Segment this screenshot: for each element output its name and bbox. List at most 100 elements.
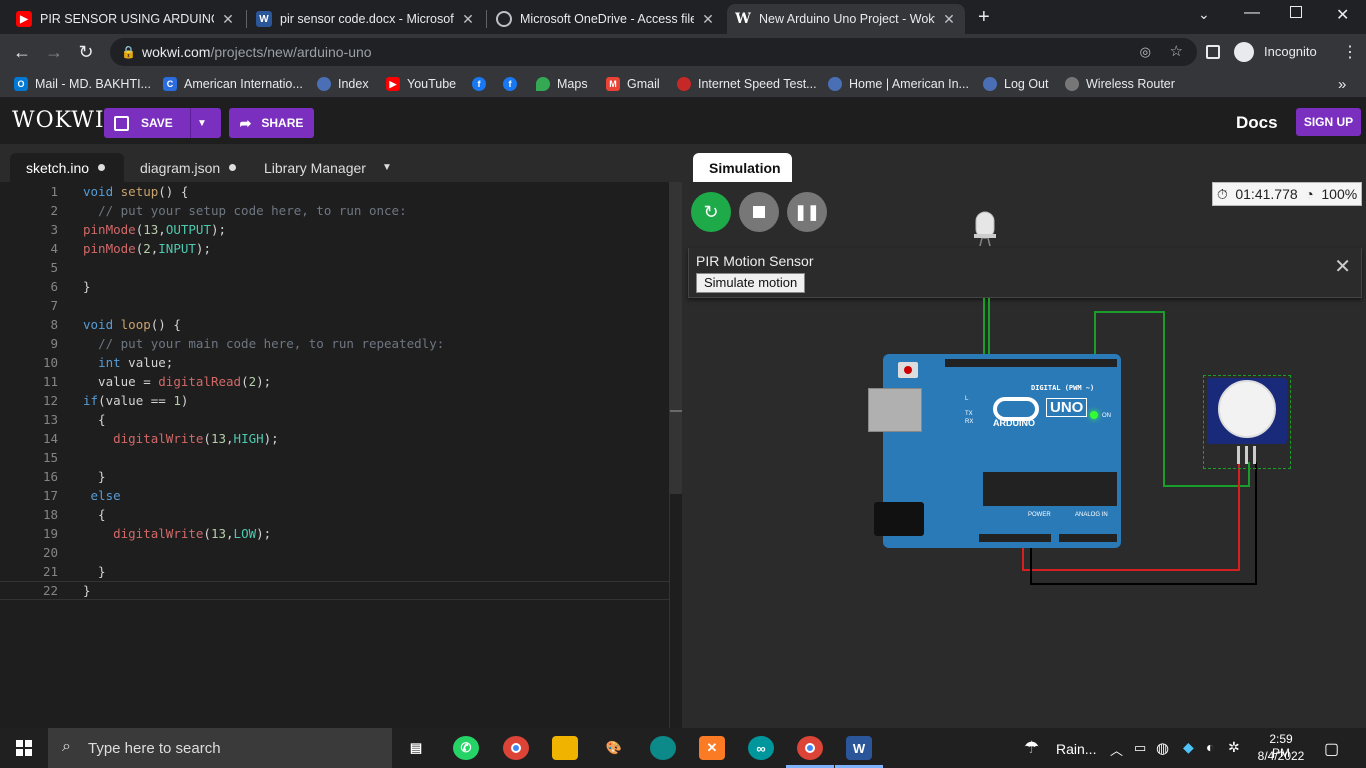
code-line[interactable]: pinMode(2,INPUT);: [83, 241, 211, 256]
editor-scrollbar[interactable]: [669, 182, 682, 728]
onedrive-icon[interactable]: ◆: [1183, 739, 1194, 756]
led-component[interactable]: [972, 210, 998, 246]
code-line[interactable]: digitalWrite(13,LOW);: [83, 526, 271, 541]
tab-library-manager[interactable]: Library Manager: [248, 153, 382, 182]
more-bookmarks-icon[interactable]: »: [1338, 75, 1346, 93]
browser-tab-onedrive[interactable]: Microsoft OneDrive - Access files ✕: [488, 4, 724, 34]
reload-icon[interactable]: ↻: [74, 40, 98, 64]
new-tab-icon[interactable]: +: [978, 6, 990, 29]
bookmark-speedtest[interactable]: Internet Speed Test...: [677, 75, 817, 93]
browser-tab-wokwi[interactable]: W New Arduino Uno Project - Wokw ✕: [727, 4, 965, 34]
reset-button[interactable]: [898, 362, 918, 378]
bookmark-router[interactable]: Wireless Router: [1065, 75, 1175, 93]
pause-button[interactable]: ❚❚: [787, 192, 827, 232]
browser-tab-youtube[interactable]: ▶ PIR SENSOR USING ARDUINO - Y ✕: [8, 4, 244, 34]
code-line[interactable]: void setup() {: [83, 184, 188, 199]
window-close-icon[interactable]: ✕: [1336, 5, 1349, 25]
close-icon[interactable]: ✕: [460, 11, 476, 28]
code-line[interactable]: // put your setup code here, to run once…: [83, 203, 407, 218]
bookmark-maps[interactable]: Maps: [536, 75, 588, 93]
language-icon[interactable]: ✲: [1228, 739, 1240, 756]
restart-button[interactable]: ↻: [691, 192, 731, 232]
code-line[interactable]: }: [83, 279, 91, 294]
tab-label: Library Manager: [264, 159, 366, 176]
unsaved-dot: [98, 164, 106, 171]
pir-dome: [1218, 380, 1276, 438]
eye-off-icon[interactable]: ◎: [1140, 38, 1151, 66]
weather-text[interactable]: Rain...: [1056, 741, 1096, 757]
chevron-down-icon[interactable]: ⌄: [1198, 6, 1210, 23]
url-input[interactable]: 🔒 wokwi.com/projects/new/arduino-uno ◎ ☆: [110, 38, 1197, 66]
code-line[interactable]: digitalWrite(13,HIGH);: [83, 431, 279, 446]
code-line[interactable]: }: [83, 469, 106, 484]
close-icon[interactable]: ✕: [220, 11, 236, 28]
docs-link[interactable]: Docs: [1236, 113, 1278, 133]
notification-icon[interactable]: ▢: [1324, 739, 1339, 759]
bookmark-aiub[interactable]: C American Internatio...: [163, 75, 303, 93]
caret-down-icon[interactable]: ▼: [197, 118, 207, 129]
close-icon[interactable]: ✕: [1334, 254, 1351, 279]
tab-diagram-json[interactable]: diagram.json: [124, 153, 252, 182]
clock-date[interactable]: 8/4/2022: [1255, 749, 1307, 763]
xampp-icon[interactable]: ✕: [699, 736, 725, 760]
minimize-icon[interactable]: —: [1244, 4, 1260, 22]
taskbar-search[interactable]: ⌕ Type here to search: [48, 728, 392, 768]
windows-start-icon[interactable]: [16, 740, 32, 756]
pir-sensor[interactable]: [1207, 378, 1287, 444]
volume-icon[interactable]: ◐: [1206, 739, 1214, 755]
word-icon[interactable]: W: [846, 736, 872, 760]
bookmark-facebook-1[interactable]: f: [472, 75, 493, 93]
tab-sketch-ino[interactable]: sketch.ino: [10, 153, 124, 182]
code-line[interactable]: if(value == 1): [83, 393, 188, 408]
tab-simulation[interactable]: Simulation: [693, 153, 792, 182]
browser-tab-word[interactable]: W pir sensor code.docx - Microsoft ✕: [248, 4, 484, 34]
more-vert-icon[interactable]: ⋮: [1342, 42, 1358, 62]
code-line[interactable]: void loop() {: [83, 317, 181, 332]
file-explorer-icon[interactable]: [552, 736, 578, 760]
star-icon[interactable]: ☆: [1170, 38, 1183, 66]
bookmark-logout[interactable]: Log Out: [983, 75, 1048, 93]
code-editor[interactable]: 1 void setup() {2 // put your setup code …: [0, 182, 682, 728]
save-button[interactable]: SAVE ▼: [104, 108, 221, 138]
tray-chevron-icon[interactable]: ︿: [1110, 740, 1123, 759]
chrome-active-icon[interactable]: [797, 736, 823, 760]
chrome-icon[interactable]: [503, 736, 529, 760]
bookmark-index[interactable]: Index: [317, 75, 369, 93]
bookmark-facebook-2[interactable]: f: [503, 75, 524, 93]
arduino-ide-icon[interactable]: ∞: [748, 736, 774, 760]
whatsapp-icon[interactable]: ✆: [453, 736, 479, 760]
code-line[interactable]: {: [83, 507, 106, 522]
code-line[interactable]: {: [83, 412, 106, 427]
bookmark-mail[interactable]: O Mail - MD. BAKHTI...: [14, 75, 151, 93]
code-line[interactable]: else: [83, 488, 121, 503]
paint-icon[interactable]: 🎨: [601, 736, 627, 760]
bookmark-youtube[interactable]: ▶ YouTube: [386, 75, 456, 93]
forward-arrow-icon[interactable]: →: [42, 40, 66, 64]
incognito-label[interactable]: Incognito: [1264, 44, 1317, 59]
restore-icon[interactable]: [1290, 6, 1302, 18]
back-arrow-icon[interactable]: ←: [10, 40, 34, 64]
stop-button[interactable]: [739, 192, 779, 232]
edge-icon[interactable]: [650, 736, 676, 760]
tab-search-icon[interactable]: [1206, 45, 1220, 59]
tabs-dropdown-icon[interactable]: ▼: [382, 162, 392, 173]
wokwi-logo[interactable]: WOKWI: [12, 108, 105, 133]
arduino-uno-board[interactable]: DIGITAL (PWM ~) UNO ARDUINO TX RX L ON P…: [868, 354, 1121, 548]
close-icon[interactable]: ✕: [700, 11, 716, 28]
code-line[interactable]: int value;: [83, 355, 173, 370]
code-line[interactable]: }: [83, 564, 106, 579]
code-line[interactable]: pinMode(13,OUTPUT);: [83, 222, 226, 237]
task-view-icon[interactable]: ▤: [403, 736, 429, 760]
bookmark-gmail[interactable]: M Gmail: [606, 75, 660, 93]
simulate-motion-button[interactable]: Simulate motion: [696, 273, 806, 293]
weather-rain-icon[interactable]: ☂: [1024, 738, 1039, 758]
code-line[interactable]: value = digitalRead(2);: [83, 374, 271, 389]
close-icon[interactable]: ✕: [941, 11, 957, 28]
share-button[interactable]: ➦ SHARE: [229, 108, 314, 138]
battery-icon[interactable]: ▭: [1134, 740, 1146, 756]
scrollbar-thumb[interactable]: [670, 182, 682, 494]
signup-button[interactable]: SIGN UP: [1296, 108, 1361, 136]
bookmark-home[interactable]: Home | American In...: [828, 75, 969, 93]
code-line[interactable]: // put your main code here, to run repea…: [83, 336, 444, 351]
network-icon[interactable]: ◍: [1156, 739, 1169, 757]
